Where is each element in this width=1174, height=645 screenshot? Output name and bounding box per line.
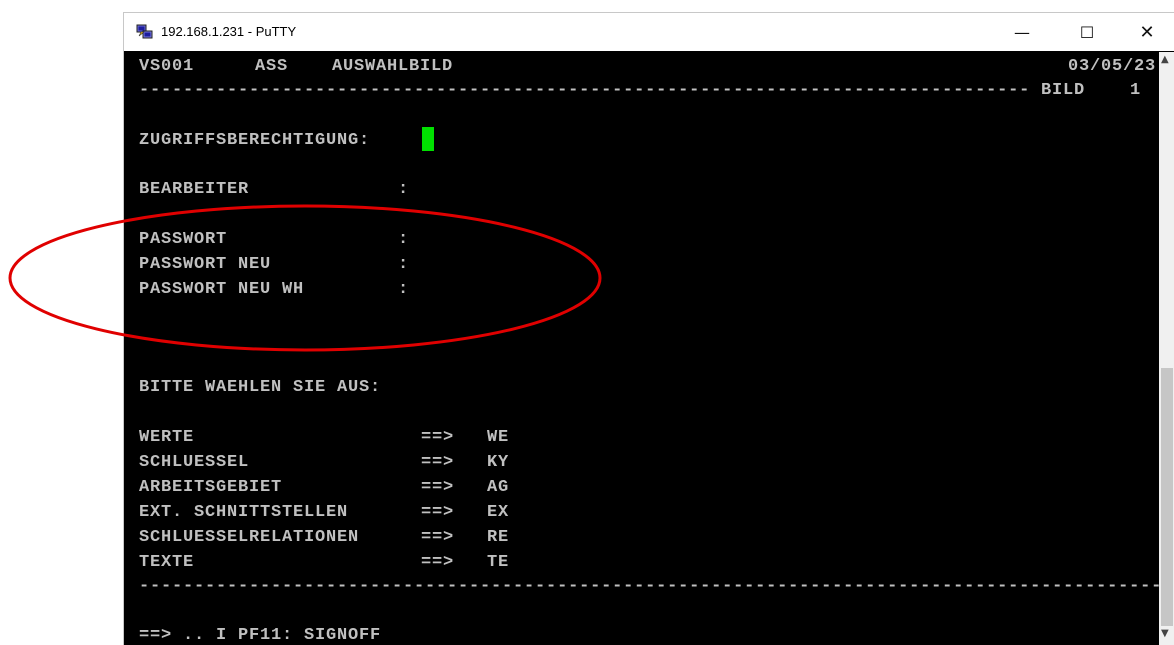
title-bar[interactable]: 192.168.1.231 - PuTTY — ☐ ✕ [124, 13, 1174, 51]
footer-separator: ----------------------------------------… [139, 577, 1159, 596]
putty-icon [136, 24, 153, 39]
menu-item-label: SCHLUESSEL [139, 453, 250, 472]
menu-item-label: EXT. SCHNITTSTELLEN [139, 503, 349, 522]
menu-item-label: SCHLUESSELRELATIONEN [139, 528, 360, 547]
menu-item-label: ARBEITSGEBIET [139, 478, 283, 497]
menu-item-code: TE [487, 553, 510, 572]
passwort-label: PASSWORT [139, 230, 228, 249]
access-input-cursor[interactable] [422, 127, 434, 151]
passwort-neu-label: PASSWORT NEU [139, 255, 272, 274]
terminal-screen[interactable]: VS001 ASS AUSWAHLBILD 03/05/23 ---------… [124, 52, 1159, 645]
menu-item-code: WE [487, 428, 510, 447]
program-id: VS001 [139, 57, 195, 76]
scrollbar-thumb[interactable] [1161, 368, 1173, 626]
window-title: 192.168.1.231 - PuTTY [161, 24, 297, 39]
passwort-neu-wh-label: PASSWORT NEU WH [139, 280, 305, 299]
vertical-scrollbar[interactable]: ▲ ▼ [1159, 52, 1174, 645]
scroll-up-icon[interactable]: ▲ [1161, 54, 1169, 65]
menu-item-code: AG [487, 478, 510, 497]
command-line[interactable]: ==> .. I PF11: SIGNOFF [139, 623, 381, 645]
page-number: 1 [1130, 81, 1142, 100]
menu-arrow: ==> [421, 478, 455, 497]
close-button[interactable]: ✕ [1124, 13, 1170, 51]
scroll-down-icon[interactable]: ▼ [1161, 628, 1169, 639]
menu-arrow: ==> [421, 453, 455, 472]
access-label: ZUGRIFFSBERECHTIGUNG: [139, 131, 371, 150]
menu-arrow: ==> [421, 428, 455, 447]
header-separator: ----------------------------------------… [139, 81, 1029, 100]
menu-item-code: RE [487, 528, 510, 547]
bearbeiter-colon: : [398, 180, 410, 199]
menu-arrow: ==> [421, 528, 455, 547]
passwort-colon: : [398, 230, 410, 249]
passwort-neu-colon: : [398, 255, 410, 274]
menu-arrow: ==> [421, 503, 455, 522]
menu-item-code: EX [487, 503, 510, 522]
system-id: ASS [255, 57, 289, 76]
bearbeiter-label: BEARBEITER [139, 180, 250, 199]
menu-item-label: TEXTE [139, 553, 195, 572]
menu-item-code: KY [487, 453, 510, 472]
minimize-button[interactable]: — [999, 13, 1045, 51]
page-label: BILD [1041, 81, 1086, 100]
maximize-button[interactable]: ☐ [1064, 13, 1110, 51]
menu-item-label: WERTE [139, 428, 195, 447]
putty-window: 192.168.1.231 - PuTTY — ☐ ✕ VS001 ASS AU… [123, 12, 1174, 645]
screen-name: AUSWAHLBILD [332, 57, 454, 76]
selection-prompt: BITTE WAEHLEN SIE AUS: [139, 378, 382, 397]
passwort-neu-wh-colon: : [398, 280, 410, 299]
menu-arrow: ==> [421, 553, 455, 572]
screen-date: 03/05/23 [1068, 57, 1157, 76]
